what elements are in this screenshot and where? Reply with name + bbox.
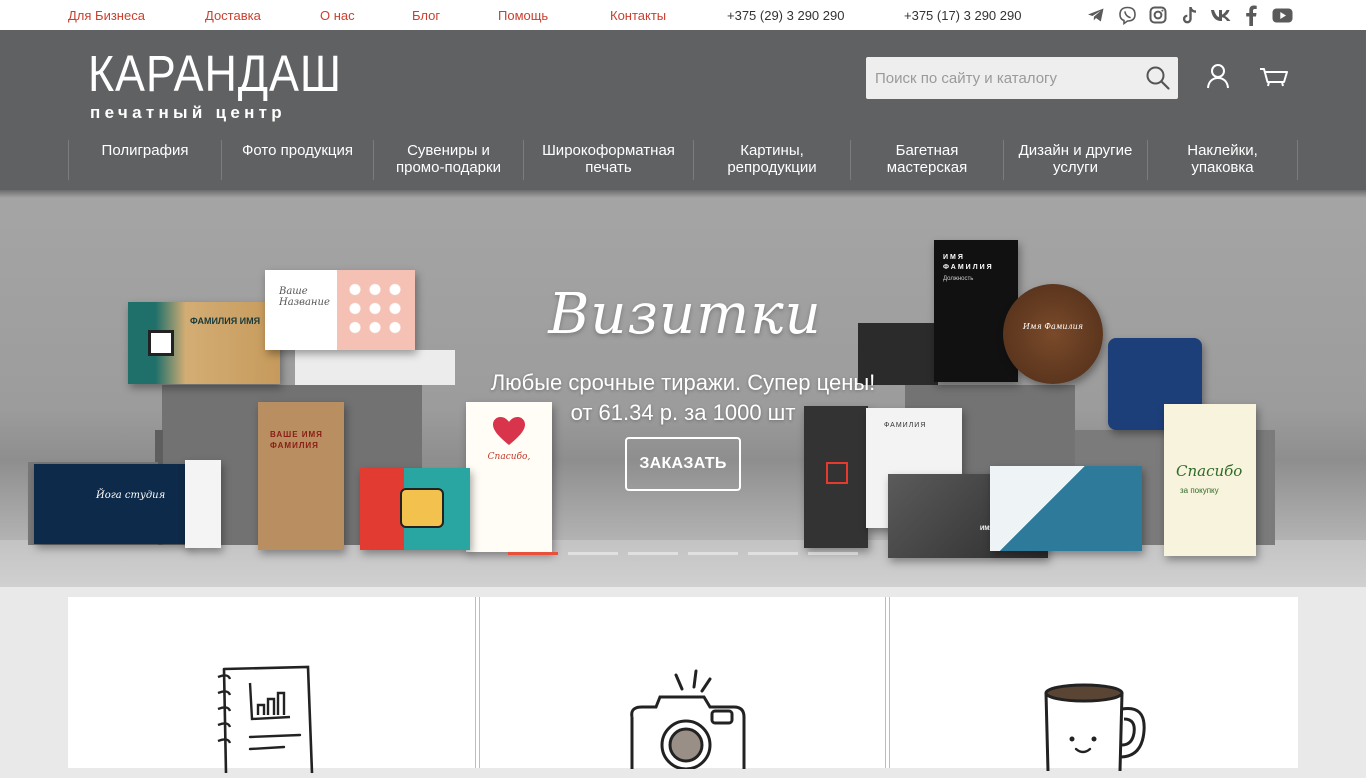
card-text: ФАМИЛИЯ — [270, 441, 319, 450]
main-nav: Полиграфия Фото продукция Сувениры и про… — [68, 140, 1298, 180]
notebook-chart-icon — [214, 663, 324, 778]
vk-icon[interactable] — [1209, 5, 1233, 25]
hero-banner[interactable]: ФАМИЛИЯ ИМЯ Ваше Название ИМЯ ФАМИЛИЯ До… — [0, 190, 1366, 587]
nav-label: Багетная мастерская — [886, 142, 968, 176]
tiktok-icon[interactable] — [1179, 5, 1199, 25]
hero-subtitle-line2: от 61.34 р. за 1000 шт — [570, 400, 796, 425]
business-card-camera — [360, 468, 470, 550]
card-text: ИМЯ — [943, 254, 965, 261]
search-icon[interactable] — [1144, 65, 1172, 91]
phone-mobile[interactable]: +375 (29) 3 290 290 — [727, 8, 844, 23]
logo-subtitle: печатный центр — [90, 103, 286, 122]
tile-photo[interactable] — [480, 597, 885, 771]
link-contacts[interactable]: Контакты — [610, 8, 666, 23]
slider-dots — [508, 552, 860, 555]
nav-label: Дизайн и другие услуги — [1018, 142, 1133, 176]
search-input[interactable] — [866, 57, 1136, 99]
card-stack — [295, 350, 455, 385]
nav-item-photo[interactable]: Фото продукция — [221, 140, 373, 180]
card-text: ФАМИЛИЯ ИМЯ — [190, 316, 261, 326]
card-text: Имя Фамилия — [1022, 322, 1084, 331]
hero-title: Визитки — [548, 282, 822, 347]
slider-dot-3[interactable] — [628, 552, 678, 555]
cart-icon[interactable] — [1258, 62, 1292, 92]
order-button[interactable]: ЗАКАЗАТЬ — [625, 437, 741, 491]
slider-dot-6[interactable] — [808, 552, 858, 555]
nav-item-wide-format[interactable]: Широкоформатная печать — [523, 140, 693, 180]
logo-mark — [826, 462, 848, 484]
card-text: ФАМИЛИЯ — [943, 264, 994, 271]
hero-subtitle-line1: Любые срочные тиражи. Супер цены! — [490, 370, 876, 395]
header: КАРАНДАШ печатный центр Полиграфия Фото … — [0, 30, 1366, 190]
tile-printing[interactable] — [68, 597, 475, 775]
nav-label: Наклейки, упаковка — [1187, 142, 1258, 176]
telegram-icon[interactable] — [1086, 5, 1106, 25]
business-card-black: ИМЯ ФАМИЛИЯ Должность — [934, 240, 1018, 382]
slider-dot-1[interactable] — [508, 552, 558, 555]
slider-dot-5[interactable] — [748, 552, 798, 555]
link-for-business[interactable]: Для Бизнеса — [68, 8, 145, 23]
nav-item-paintings[interactable]: Картины, репродукции — [693, 140, 850, 180]
nav-item-printing[interactable]: Полиграфия — [68, 140, 221, 180]
phone-landline[interactable]: +375 (17) 3 290 290 — [904, 8, 1021, 23]
card-text: Йога студия — [96, 490, 166, 501]
card-text: Должность — [943, 276, 974, 282]
hero-subtitle: Любые срочные тиражи. Супер цены! от 61.… — [450, 368, 916, 428]
youtube-icon[interactable] — [1271, 5, 1293, 25]
category-tiles — [68, 597, 1298, 775]
business-card-yoga: Йога студия — [34, 464, 191, 544]
nav-label: Широкоформатная печать — [542, 142, 675, 176]
qr-code-icon — [148, 330, 174, 356]
top-bar: Для Бизнеса Доставка О нас Блог Помощь К… — [0, 0, 1366, 30]
nav-item-souvenirs[interactable]: Сувениры и промо-подарки — [373, 140, 523, 180]
link-help[interactable]: Помощь — [498, 8, 548, 23]
nav-label: Полиграфия — [101, 142, 189, 159]
logo-title[interactable]: КАРАНДАШ — [88, 46, 342, 102]
nav-label: Фото продукция — [241, 142, 353, 159]
header-shadow — [0, 190, 1366, 198]
card-text: Спасибо, — [487, 452, 531, 462]
slider-dot-4[interactable] — [688, 552, 738, 555]
nav-label: Сувениры и промо-подарки — [396, 142, 501, 176]
card-text: Ваше Название — [279, 286, 330, 308]
nav-label: Картины, репродукции — [727, 142, 817, 176]
instagram-icon[interactable] — [1148, 5, 1168, 25]
user-icon[interactable] — [1204, 62, 1234, 92]
business-card-photo — [185, 460, 221, 548]
mug-icon — [1038, 681, 1150, 776]
business-card-kraft: ВАШЕ ИМЯ ФАМИЛИЯ — [258, 402, 344, 550]
card-text: ВАШЕ ИМЯ — [270, 430, 323, 439]
link-blog[interactable]: Блог — [412, 8, 440, 23]
nav-item-design[interactable]: Дизайн и другие услуги — [1003, 140, 1147, 180]
search-box — [866, 57, 1178, 99]
nav-item-stickers[interactable]: Наклейки, упаковка — [1147, 140, 1298, 180]
link-about[interactable]: О нас — [320, 8, 355, 23]
camera-icon — [620, 669, 750, 774]
business-card-gold: ФАМИЛИЯ ИМЯ — [128, 302, 280, 384]
link-delivery[interactable]: Доставка — [205, 8, 261, 23]
business-card-teal — [990, 466, 1142, 551]
card-text: Спасибо — [1176, 462, 1243, 480]
facebook-icon[interactable] — [1241, 5, 1261, 26]
business-card-round-wood: Имя Фамилия — [1003, 284, 1103, 384]
card-text: за покупку — [1180, 486, 1219, 495]
slider-dot-2[interactable] — [568, 552, 618, 555]
business-card-pink: Ваше Название — [265, 270, 415, 350]
business-card-palm: Спасибо за покупку — [1164, 404, 1256, 556]
stamp-grid — [345, 280, 405, 336]
nav-item-framing[interactable]: Багетная мастерская — [850, 140, 1003, 180]
viber-icon[interactable] — [1117, 5, 1137, 25]
tile-souvenirs[interactable] — [890, 597, 1298, 772]
camera-illustration — [400, 488, 444, 528]
